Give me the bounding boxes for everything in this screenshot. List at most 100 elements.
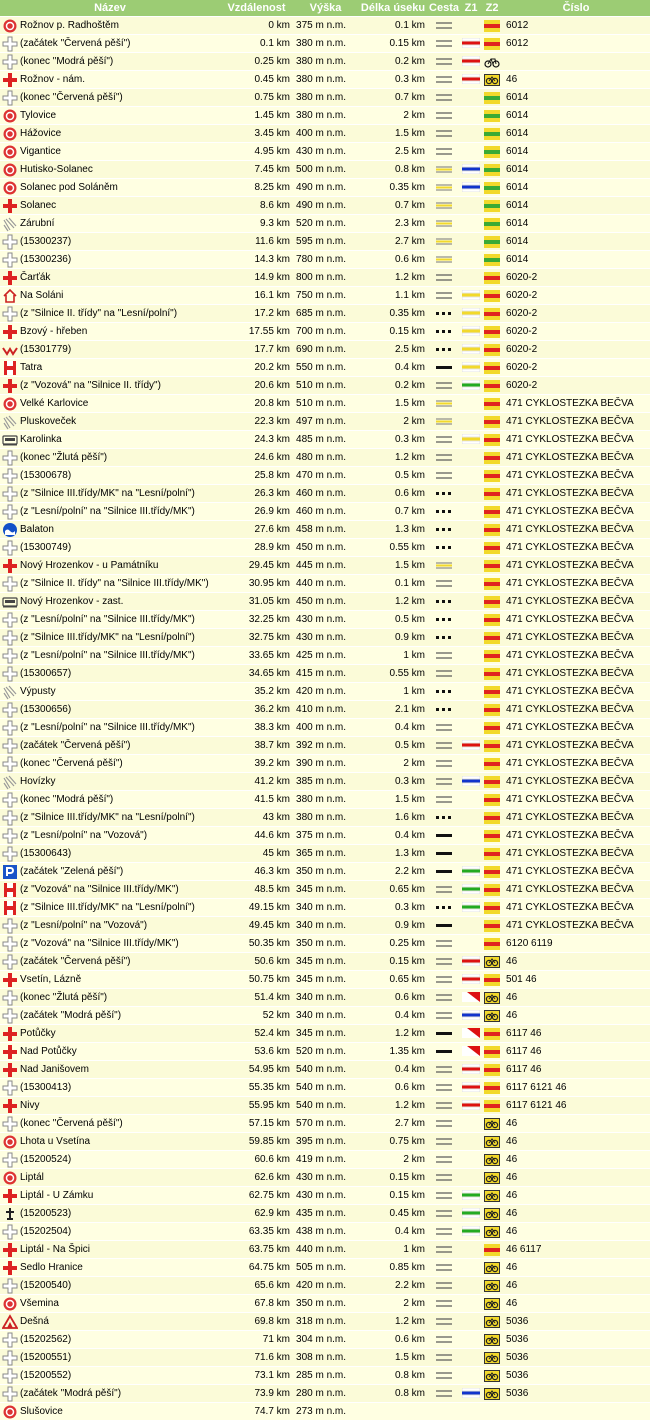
table-row[interactable]: (z "Lesní/polní" na "Silnice III.třídy/M… — [0, 719, 650, 737]
table-row[interactable]: (15300749) 28.9 km 450 m n.m. 0.55 km 471 CY… — [0, 539, 650, 557]
table-row[interactable]: (začátek "Zelená pěší") 46.3 km 350 m n.m.… — [0, 863, 650, 881]
col-header-cislo[interactable]: Číslo — [502, 0, 650, 17]
route-number: 46 — [506, 1279, 518, 1291]
table-row[interactable]: (konec "Červená pěší") 57.15 km 570 m n.m.… — [0, 1115, 650, 1133]
segment-length-cell: 0.4 km — [358, 719, 429, 737]
table-row[interactable]: Hovízky 41.2 km 385 m n.m. 0.3 km 471 CYKLOS… — [0, 773, 650, 791]
table-row[interactable]: (začátek "Červená pěší") 38.7 km 392 m n.m… — [0, 737, 650, 755]
table-row[interactable]: (15300413) 55.35 km 540 m n.m. 0.6 km 6117 6… — [0, 1079, 650, 1097]
table-row[interactable]: (konec "Žlutá pěší") 24.6 km 480 m n.m. 1.2… — [0, 449, 650, 467]
col-header-altitude[interactable]: Výška — [293, 0, 359, 17]
table-row[interactable]: Rožnov p. Radhoštěm 0 km 375 m n.m. 0.1 km 6… — [0, 17, 650, 35]
z1-marking-cell — [460, 341, 483, 359]
table-row[interactable]: (konec "Červená pěší") 0.75 km 380 m n.m. 0… — [0, 89, 650, 107]
altitude-cell: 345 m n.m. — [293, 971, 359, 989]
waypoint-icon-cell — [0, 665, 20, 683]
table-row[interactable]: (15200523) 62.9 km 435 m n.m. 0.45 km 46 — [0, 1205, 650, 1223]
table-row[interactable]: Dešná 69.8 km 318 m n.m. 1.2 km 5036 — [0, 1313, 650, 1331]
table-row[interactable]: (z "Silnice III.třídy/MK" na "Lesní/poln… — [0, 899, 650, 917]
table-row[interactable]: Pluskoveček 22.3 km 497 m n.m. 2 km 471 CYKL… — [0, 413, 650, 431]
table-row[interactable]: (konec "Modrá pěší") 0.25 km 380 m n.m. 0.2… — [0, 53, 650, 71]
distance-cell: 17.2 km — [220, 305, 294, 323]
table-row[interactable]: (z "Vozová" na "Silnice III.třídy/MK") 50… — [0, 935, 650, 953]
table-row[interactable]: (15300678) 25.8 km 470 m n.m. 0.5 km 471 CYK… — [0, 467, 650, 485]
table-row[interactable]: (z "Lesní/polní" na "Vozová") 49.45 km 340… — [0, 917, 650, 935]
table-row[interactable]: (15300236) 14.3 km 780 m n.m. 0.6 km 6014 — [0, 251, 650, 269]
table-row[interactable]: (konec "Modrá pěší") 41.5 km 380 m n.m. 1.5… — [0, 791, 650, 809]
table-row[interactable]: (z "Lesní/polní" na "Silnice III.třídy/M… — [0, 611, 650, 629]
table-row[interactable]: Tatra 20.2 km 550 m n.m. 0.4 km 6020-2 — [0, 359, 650, 377]
route-number: 46 — [506, 1135, 518, 1147]
table-row[interactable]: (konec "Žlutá pěší") 51.4 km 340 m n.m. 0.6… — [0, 989, 650, 1007]
table-row[interactable]: Liptál - U Zámku 62.75 km 430 m n.m. 0.15 k… — [0, 1187, 650, 1205]
table-row[interactable]: Na Soláni 16.1 km 750 m n.m. 1.1 km 6020-2 — [0, 287, 650, 305]
table-row[interactable]: Tylovice 1.45 km 380 m n.m. 2 km 6014 — [0, 107, 650, 125]
table-row[interactable]: Lhota u Vsetína 59.85 km 395 m n.m. 0.75 km… — [0, 1133, 650, 1151]
table-row[interactable]: Velké Karlovice 20.8 km 510 m n.m. 1.5 km 47… — [0, 395, 650, 413]
table-row[interactable]: Potůčky 52.4 km 345 m n.m. 1.2 km 6117 46 — [0, 1025, 650, 1043]
col-header-name[interactable]: Název — [0, 0, 221, 17]
table-row[interactable]: Nový Hrozenkov - u Památníku 29.45 km 445 … — [0, 557, 650, 575]
table-row[interactable]: Výpusty 35.2 km 420 m n.m. 1 km 471 CYKLOSTE… — [0, 683, 650, 701]
table-row[interactable]: Nad Janišovem 54.95 km 540 m n.m. 0.4 km 611… — [0, 1061, 650, 1079]
waypoint-name: Zárubní — [20, 215, 221, 233]
table-row[interactable]: (15300643) 45 km 365 m n.m. 1.3 km 471 CYKLO… — [0, 845, 650, 863]
table-row[interactable]: Čarťák 14.9 km 800 m n.m. 1.2 km 6020-2 — [0, 269, 650, 287]
table-row[interactable]: (konec "Červená pěší") 39.2 km 390 m n.m. 2… — [0, 755, 650, 773]
waypoint-name: (15202562) — [20, 1331, 221, 1349]
table-row[interactable]: (začátek "Červená pěší") 50.6 km 345 m n.m… — [0, 953, 650, 971]
table-row[interactable]: (15202504) 63.35 km 438 m n.m. 0.4 km 46 — [0, 1223, 650, 1241]
table-row[interactable]: Hážovice 3.45 km 400 m n.m. 1.5 km 6014 — [0, 125, 650, 143]
table-row[interactable]: (15200552) 73.1 km 285 m n.m. 0.8 km 5036 — [0, 1367, 650, 1385]
table-row[interactable]: Nivy 55.95 km 540 m n.m. 1.2 km 6117 6121 46 — [0, 1097, 650, 1115]
table-row[interactable]: (15200524) 60.6 km 419 m n.m. 2 km 46 — [0, 1151, 650, 1169]
table-row[interactable]: (15300656) 36.2 km 410 m n.m. 2.1 km 471 CYK… — [0, 701, 650, 719]
col-header-distance[interactable]: Vzdálenost — [220, 0, 294, 17]
table-row[interactable]: (z "Silnice III.třídy/MK" na "Lesní/poln… — [0, 629, 650, 647]
table-row[interactable]: Liptál - Na Špici 63.75 km 440 m n.m. 1 km 4… — [0, 1241, 650, 1259]
junction-icon — [2, 612, 18, 628]
table-row[interactable]: (z "Vozová" na "Silnice III.třídy/MK") 48… — [0, 881, 650, 899]
table-row[interactable]: Všemina 67.8 km 350 m n.m. 2 km 46 — [0, 1295, 650, 1313]
table-row[interactable]: (z "Silnice III.třídy/MK" na "Lesní/poln… — [0, 809, 650, 827]
table-row[interactable]: Liptál 62.6 km 430 m n.m. 0.15 km 46 — [0, 1169, 650, 1187]
table-row[interactable]: (z "Silnice III.třídy/MK" na "Lesní/poln… — [0, 485, 650, 503]
waypoint-icon-cell — [0, 1385, 20, 1403]
table-row[interactable]: Solanec pod Soláněm 8.25 km 490 m n.m. 0.35… — [0, 179, 650, 197]
table-row[interactable]: (z "Silnice II. třídy" na "Lesní/polní")… — [0, 305, 650, 323]
table-row[interactable]: (začátek "Modrá pěší") 52 km 340 m n.m. 0.4… — [0, 1007, 650, 1025]
route-number: 471 CYKLOSTEZKA BEČVA — [506, 649, 634, 661]
table-row[interactable]: (15200551) 71.6 km 308 m n.m. 1.5 km 5036 — [0, 1349, 650, 1367]
col-header-segment[interactable]: Délka úseku — [358, 0, 429, 17]
table-row[interactable]: (z "Lesní/polní" na "Silnice III.třídy/M… — [0, 647, 650, 665]
table-row[interactable]: (15301779) 17.7 km 690 m n.m. 2.5 km 6020-2 — [0, 341, 650, 359]
table-row[interactable]: (15200540) 65.6 km 420 m n.m. 2.2 km 46 — [0, 1277, 650, 1295]
table-row[interactable]: Solanec 8.6 km 490 m n.m. 0.7 km 6014 — [0, 197, 650, 215]
table-row[interactable]: (začátek "Modrá pěší") 73.9 km 280 m n.m. 0… — [0, 1385, 650, 1403]
table-row[interactable]: (15300657) 34.65 km 415 m n.m. 0.55 km 471 C… — [0, 665, 650, 683]
table-row[interactable]: Nový Hrozenkov - zast. 31.05 km 450 m n.m.… — [0, 593, 650, 611]
table-row[interactable]: Sedlo Hranice 64.75 km 505 m n.m. 0.85 km 46 — [0, 1259, 650, 1277]
table-row[interactable]: (začátek "Červená pěší") 0.1 km 380 m n.m.… — [0, 35, 650, 53]
table-row[interactable]: (z "Vozová" na "Silnice II. třídy") 20.6 … — [0, 377, 650, 395]
table-row[interactable]: Zárubní 9.3 km 520 m n.m. 2.3 km 6014 — [0, 215, 650, 233]
table-row[interactable]: Nad Potůčky 53.6 km 520 m n.m. 1.35 km 6117 … — [0, 1043, 650, 1061]
table-row[interactable]: (z "Silnice II. třídy" na "Silnice III.t… — [0, 575, 650, 593]
table-row[interactable]: Bzový - hřeben 17.55 km 700 m n.m. 0.15 km 6… — [0, 323, 650, 341]
table-row[interactable]: (z "Lesní/polní" na "Vozová") 44.6 km 375 … — [0, 827, 650, 845]
table-row[interactable]: (z "Lesní/polní" na "Silnice III.třídy/M… — [0, 503, 650, 521]
table-row[interactable]: (15202562) 71 km 304 m n.m. 0.6 km 5036 — [0, 1331, 650, 1349]
table-row[interactable]: Rožnov - nám. 0.45 km 380 m n.m. 0.3 km 46 — [0, 71, 650, 89]
z2-marking-cell — [482, 1259, 503, 1277]
table-row[interactable]: Karolinka 24.3 km 485 m n.m. 0.3 km 471 CYKL… — [0, 431, 650, 449]
table-row[interactable]: Vsetín, Lázně 50.75 km 345 m n.m. 0.65 km 50… — [0, 971, 650, 989]
table-row[interactable]: Hutisko-Solanec 7.45 km 500 m n.m. 0.8 km 60… — [0, 161, 650, 179]
table-row[interactable]: Vigantice 4.95 km 430 m n.m. 2.5 km 6014 — [0, 143, 650, 161]
z1-marking-cell — [460, 1151, 483, 1169]
table-row[interactable]: Slušovice 74.7 km 273 m n.m. — [0, 1403, 650, 1421]
col-header-cesta[interactable]: Cesta — [428, 0, 461, 17]
col-header-z2[interactable]: Z2 — [482, 0, 503, 17]
table-row[interactable]: (15300237) 11.6 km 595 m n.m. 2.7 km 6014 — [0, 233, 650, 251]
col-header-z1[interactable]: Z1 — [460, 0, 483, 17]
table-row[interactable]: Balaton 27.6 km 458 m n.m. 1.3 km 471 CYKLOS… — [0, 521, 650, 539]
